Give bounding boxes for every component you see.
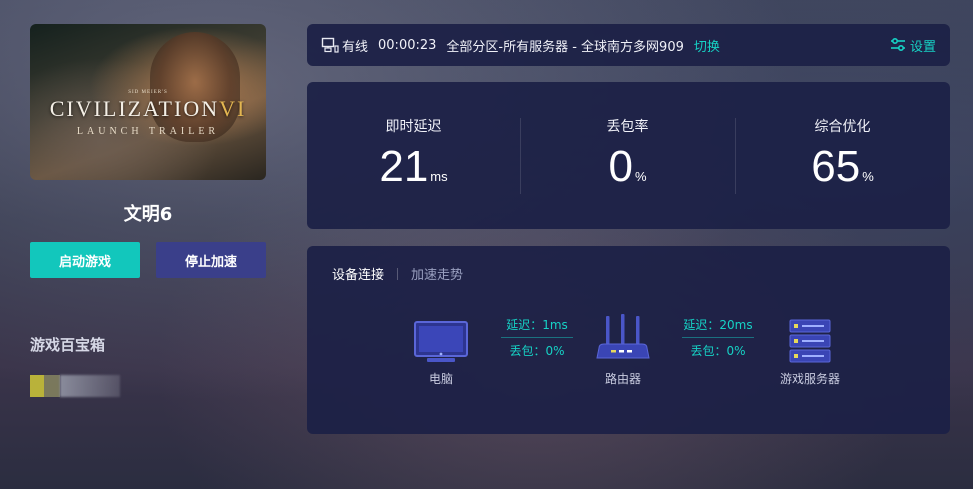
tab-acceleration-trend[interactable]: 加速走势	[411, 264, 463, 283]
metric-optimization-value-row: 65%	[735, 142, 950, 192]
switch-server-link[interactable]: 切换	[694, 36, 720, 55]
device-pc-label: 电脑	[428, 372, 453, 386]
link-router-server-loss: 丢包：0%	[690, 344, 746, 358]
link-router-server: 延迟：20ms 丢包：0%	[682, 316, 754, 359]
stop-acceleration-button[interactable]: 停止加速	[156, 242, 266, 278]
router-icon	[596, 314, 650, 359]
metric-optimization-value: 65	[811, 142, 861, 191]
metric-packet-loss-value: 0	[608, 142, 633, 191]
start-game-button[interactable]: 启动游戏	[30, 242, 140, 278]
cover-title: CIVILIZATIONVI	[30, 96, 266, 122]
device-router-label: 路由器	[604, 372, 641, 386]
metric-optimization-unit: %	[862, 169, 874, 184]
device-router: 路由器	[591, 314, 655, 387]
metric-packet-loss-unit: %	[634, 169, 647, 184]
toolbox-item-icon-shadow	[44, 375, 60, 397]
metric-packet-loss-value-row: 0%	[520, 142, 735, 192]
metric-latency-value: 21	[379, 142, 429, 191]
metric-latency-value-row: 21 ms	[307, 142, 520, 192]
settings-button[interactable]: 设置	[890, 36, 936, 55]
connection-tabs: 设备连接 加速走势	[332, 264, 463, 283]
cover-title-numeral: VI	[219, 96, 247, 121]
metric-latency-unit: ms	[430, 169, 448, 184]
link-router-server-latency: 延迟：20ms	[683, 318, 753, 332]
connection-panel: 设备连接 加速走势 电脑 延迟：1ms 丢包：0% 路由器 延迟：20ms 丢包…	[307, 246, 950, 434]
cover-subtitle-top: SID MEIER'S	[128, 90, 168, 95]
metric-packet-loss: 丢包率 0%	[520, 82, 735, 229]
metric-optimization: 综合优化 65%	[735, 82, 950, 229]
link-pc-router: 延迟：1ms 丢包：0%	[501, 316, 573, 359]
link-line	[682, 337, 754, 338]
metric-optimization-label: 综合优化	[814, 119, 871, 135]
cover-title-main: CIVILIZATION	[49, 96, 220, 121]
server-info: 全部分区-所有服务器 - 全球南方多网909	[446, 39, 684, 55]
link-pc-router-loss: 丢包：0%	[509, 344, 565, 358]
cover-subtitle: LAUNCH TRAILER	[76, 126, 220, 137]
device-server-label: 游戏服务器	[779, 372, 840, 386]
link-pc-router-latency: 延迟：1ms	[506, 318, 568, 332]
link-line	[501, 337, 573, 338]
status-bar: 有线 00:00:23 全部分区-所有服务器 - 全球南方多网909 切换 设置	[307, 24, 950, 66]
settings-label: 设置	[909, 39, 936, 55]
metric-latency-label: 即时延迟	[385, 119, 442, 135]
server-rack-icon	[789, 319, 831, 363]
metric-packet-loss-label: 丢包率	[606, 119, 649, 135]
game-title: 文明6	[123, 204, 173, 225]
metric-latency: 即时延迟 21 ms	[307, 82, 520, 229]
wired-network-icon	[321, 37, 339, 53]
elapsed-time: 00:00:23	[378, 37, 437, 53]
toolbox-item-label-blurred	[60, 375, 120, 397]
toolbox-title: 游戏百宝箱	[30, 336, 106, 354]
computer-monitor-icon	[414, 321, 468, 362]
metrics-panel: 即时延迟 21 ms 丢包率 0% 综合优化 65%	[307, 82, 950, 229]
connection-type: 有线	[342, 39, 369, 55]
device-pc: 电脑	[410, 320, 472, 387]
device-game-server: 游戏服务器	[773, 318, 847, 387]
left-column: SID MEIER'S CIVILIZATIONVI LAUNCH TRAILE…	[0, 0, 300, 489]
toolbox-item-icon	[30, 375, 44, 397]
game-cover-image: SID MEIER'S CIVILIZATIONVI LAUNCH TRAILE…	[30, 24, 266, 180]
tab-divider	[397, 267, 399, 280]
tab-device-connection[interactable]: 设备连接	[332, 264, 384, 283]
toolbox-item-blurred[interactable]	[30, 375, 120, 397]
settings-sliders-icon	[890, 38, 905, 52]
